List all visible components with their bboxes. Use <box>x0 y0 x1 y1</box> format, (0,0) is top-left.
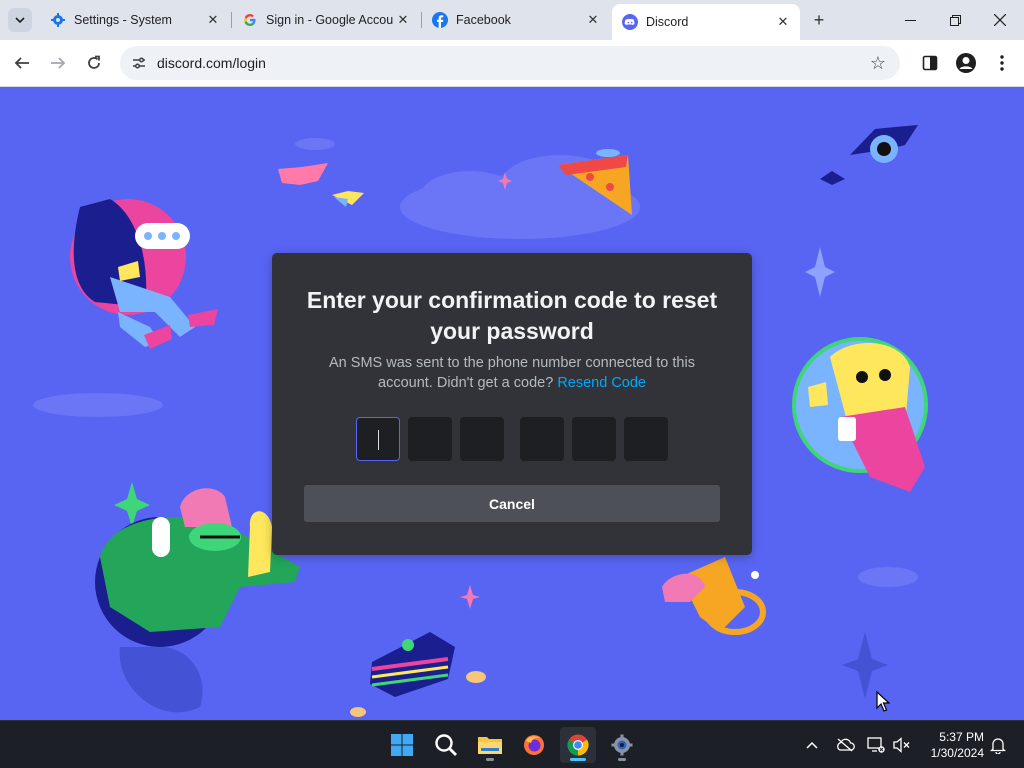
discord-icon <box>622 14 638 30</box>
search-icon <box>435 734 457 756</box>
close-window-button[interactable] <box>982 6 1018 34</box>
chevron-down-icon <box>15 17 25 24</box>
windows-taskbar: 5:37 PM 1/30/2024 <box>0 720 1024 768</box>
text-caret <box>378 430 379 450</box>
character-right-top <box>820 125 918 185</box>
running-indicator <box>570 758 586 761</box>
tab-google-signin[interactable]: Sign in - Google Accou ✕ <box>232 6 420 34</box>
code-digit-3-input[interactable] <box>460 417 504 461</box>
system-clock[interactable]: 5:37 PM 1/30/2024 <box>920 729 984 761</box>
arrow-left-icon <box>14 57 29 69</box>
tab-title: Settings - System <box>74 13 172 27</box>
taskbar-firefox[interactable] <box>516 727 552 763</box>
speaker-muted-icon <box>893 737 910 753</box>
browser-toolbar: discord.com/login ☆ <box>0 40 1024 87</box>
resend-code-link[interactable]: Resend Code <box>557 375 646 391</box>
gear-icon <box>50 12 66 28</box>
modal-title: Enter your confirmation code to reset yo… <box>306 287 718 344</box>
network-disconnected-icon <box>867 737 885 753</box>
taskbar-chrome[interactable] <box>560 727 596 763</box>
cancel-button[interactable]: Cancel <box>304 485 720 522</box>
start-button[interactable] <box>384 727 420 763</box>
network-tray-icon[interactable] <box>864 733 888 757</box>
notifications-button[interactable] <box>986 733 1010 757</box>
bookmark-star-icon[interactable]: ☆ <box>866 51 890 75</box>
profile-avatar-icon <box>956 53 976 73</box>
google-icon <box>242 12 258 28</box>
chevron-up-icon <box>806 741 818 749</box>
running-indicator <box>618 758 626 761</box>
taskbar-search-button[interactable] <box>428 727 464 763</box>
tab-settings[interactable]: Settings - System ✕ <box>40 6 230 34</box>
forward-button[interactable] <box>45 50 71 76</box>
firefox-icon <box>524 735 544 755</box>
tab-search-button[interactable] <box>8 8 32 32</box>
tab-title: Discord <box>646 15 689 29</box>
close-icon[interactable]: ✕ <box>774 13 792 31</box>
character-left-bottom <box>95 488 300 713</box>
code-digit-2-input[interactable] <box>408 417 452 461</box>
arrow-right-icon <box>51 57 66 69</box>
reload-icon <box>88 55 100 69</box>
close-icon <box>994 14 1006 26</box>
code-digit-1-input[interactable] <box>356 417 400 461</box>
bell-icon <box>990 738 1006 754</box>
address-bar[interactable]: discord.com/login ☆ <box>120 46 900 80</box>
clock-time: 5:37 PM <box>939 730 984 744</box>
tab-discord[interactable]: Discord ✕ <box>612 4 800 40</box>
side-panel-button[interactable] <box>917 50 943 76</box>
url-text[interactable]: discord.com/login <box>157 55 266 71</box>
close-icon[interactable]: ✕ <box>204 11 222 29</box>
onedrive-tray-icon[interactable] <box>833 733 857 757</box>
side-panel-icon <box>922 55 938 71</box>
code-digit-6-input[interactable] <box>624 417 668 461</box>
confirmation-code-modal: Enter your confirmation code to reset yo… <box>272 253 752 555</box>
close-icon[interactable]: ✕ <box>394 11 412 29</box>
character-right-middle <box>792 337 928 492</box>
windows-start-icon <box>391 734 413 756</box>
code-digit-5-input[interactable] <box>572 417 616 461</box>
trumpet-illustration <box>662 557 766 635</box>
box-illustration <box>350 632 486 717</box>
tab-title: Facebook <box>456 13 511 27</box>
code-digit-4-input[interactable] <box>520 417 564 461</box>
tab-title: Sign in - Google Accou <box>266 13 394 27</box>
tab-facebook[interactable]: Facebook ✕ <box>422 6 610 34</box>
restore-icon <box>949 14 961 26</box>
facebook-icon <box>432 12 448 28</box>
restore-button[interactable] <box>937 6 973 34</box>
minimize-icon <box>904 19 916 21</box>
profile-button[interactable] <box>953 50 979 76</box>
tab-strip: Settings - System ✕ Sign in - Google Acc… <box>0 0 1024 40</box>
character-left-top <box>70 199 218 349</box>
discord-login-page: Enter your confirmation code to reset yo… <box>0 87 1024 720</box>
new-tab-button[interactable]: + <box>808 9 830 31</box>
settings-icon <box>611 734 633 756</box>
chrome-icon <box>567 734 589 756</box>
show-hidden-icons-button[interactable] <box>800 733 824 757</box>
cloud-offline-icon <box>837 738 855 752</box>
back-button[interactable] <box>9 50 35 76</box>
menu-button[interactable] <box>989 50 1015 76</box>
site-info-icon[interactable] <box>128 52 150 74</box>
close-icon[interactable]: ✕ <box>584 11 602 29</box>
taskbar-file-explorer[interactable] <box>472 727 508 763</box>
clock-date: 1/30/2024 <box>930 746 984 760</box>
taskbar-settings[interactable] <box>604 727 640 763</box>
file-explorer-icon <box>478 737 502 754</box>
volume-tray-icon[interactable] <box>890 733 914 757</box>
modal-description: An SMS was sent to the phone number conn… <box>302 353 722 393</box>
reload-button[interactable] <box>81 50 107 76</box>
minimize-button[interactable] <box>892 6 928 34</box>
kebab-menu-icon <box>1000 55 1004 71</box>
running-indicator <box>486 758 494 761</box>
mouse-pointer-icon <box>876 691 890 712</box>
